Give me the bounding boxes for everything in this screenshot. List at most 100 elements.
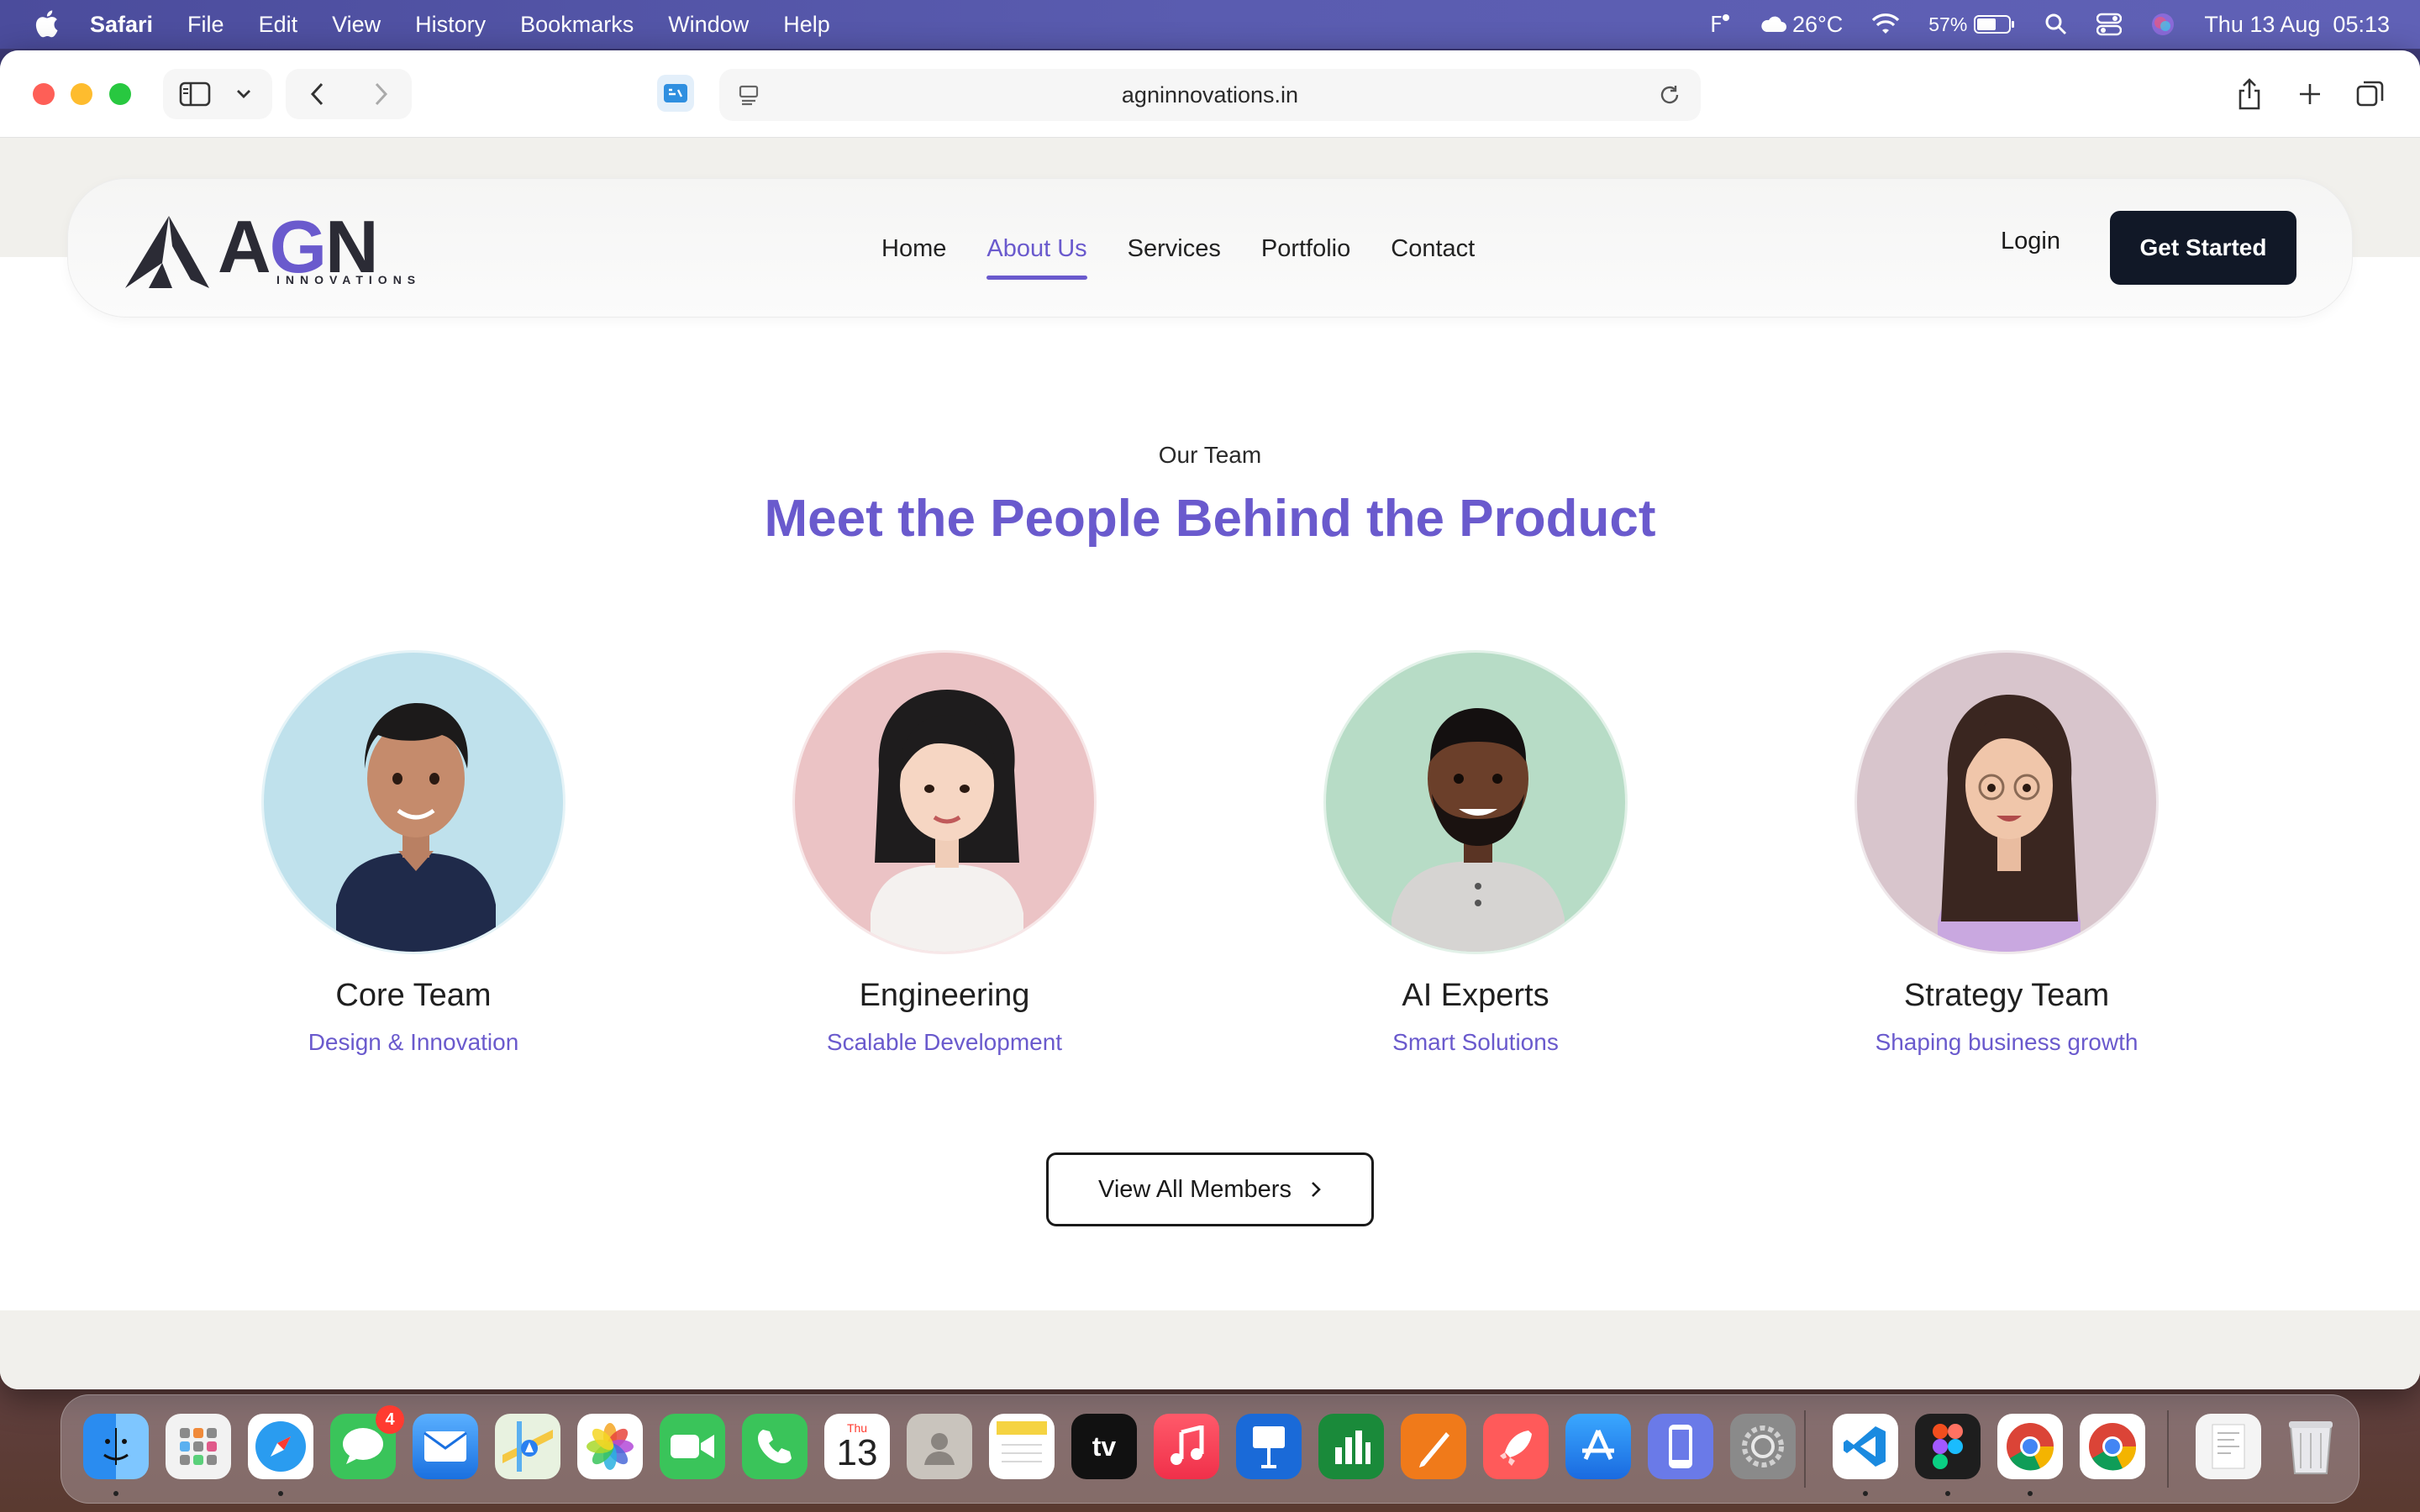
team-card-engineering[interactable]: Engineering Scalable Development <box>692 650 1197 1056</box>
app-store-icon[interactable] <box>1565 1414 1631 1479</box>
new-tab-button[interactable] <box>2289 69 2331 119</box>
finder-icon[interactable] <box>83 1414 149 1479</box>
web-page: AGN INNOVATIONS Home About Us Services P… <box>0 138 2420 1389</box>
apple-icon[interactable] <box>34 8 59 39</box>
datetime-text[interactable]: Thu 13 Aug 05:13 <box>2204 12 2390 38</box>
figma-icon[interactable] <box>1915 1414 1981 1479</box>
messages-icon[interactable]: 4 <box>330 1405 404 1479</box>
menu-file[interactable]: File <box>187 12 224 38</box>
team-card-ai-experts[interactable]: AI Experts Smart Solutions <box>1223 650 1728 1056</box>
menu-bookmarks[interactable]: Bookmarks <box>520 12 634 38</box>
contacts-icon[interactable] <box>907 1414 972 1479</box>
section-eyebrow: Our Team <box>1158 442 1262 468</box>
siri-icon[interactable] <box>2150 12 2175 37</box>
facetime-icon[interactable] <box>660 1414 725 1479</box>
login-link[interactable]: Login <box>2001 228 2060 255</box>
logo-letter-a: A <box>218 205 271 288</box>
pages-icon[interactable] <box>1401 1414 1466 1479</box>
maps-icon[interactable] <box>495 1414 560 1479</box>
address-bar[interactable]: agninnovations.in <box>719 69 1701 121</box>
vscode-icon[interactable] <box>1833 1414 1898 1479</box>
rocket-app-icon[interactable] <box>1483 1414 1549 1479</box>
control-center-icon[interactable] <box>2096 13 2123 36</box>
figma-status-icon[interactable]: F <box>1708 12 1730 37</box>
reader-extension-icon[interactable] <box>657 75 694 112</box>
view-all-members-button[interactable]: View All Members <box>1046 1152 1374 1226</box>
minimize-window-button[interactable] <box>71 83 92 105</box>
document-stack-icon[interactable] <box>2196 1414 2261 1479</box>
calendar-date: 13 <box>836 1432 878 1473</box>
nav-home[interactable]: Home <box>881 227 946 271</box>
apple-tv-icon[interactable]: tv <box>1071 1414 1137 1479</box>
battery-icon <box>1974 15 2015 34</box>
messages-badge: 4 <box>376 1405 404 1434</box>
battery-percent: 57% <box>1928 13 1968 35</box>
fullscreen-window-button[interactable] <box>109 83 131 105</box>
forward-button[interactable] <box>349 69 412 119</box>
wifi-icon[interactable] <box>1871 13 1900 35</box>
mail-icon[interactable] <box>413 1414 478 1479</box>
simulator-icon[interactable] <box>1648 1414 1713 1479</box>
launchpad-icon[interactable] <box>166 1414 231 1479</box>
spotlight-search-icon[interactable] <box>2044 13 2068 36</box>
member-name: Strategy Team <box>1903 978 2110 1013</box>
tab-overview-button[interactable] <box>2349 69 2391 119</box>
notes-icon[interactable] <box>989 1414 1055 1479</box>
share-button[interactable] <box>2228 69 2270 119</box>
member-role: Smart Solutions <box>1392 1029 1559 1055</box>
nav-contact[interactable]: Contact <box>1391 227 1475 271</box>
weather-widget[interactable]: 26°C <box>1759 12 1843 38</box>
menu-help[interactable]: Help <box>783 12 830 38</box>
tab-group-dropdown[interactable] <box>227 69 260 119</box>
close-window-button[interactable] <box>33 83 55 105</box>
member-name: Core Team <box>335 978 492 1013</box>
photos-icon[interactable] <box>577 1414 643 1479</box>
sidebar-toggle-button[interactable] <box>163 69 227 119</box>
sidebar-icon <box>179 81 211 107</box>
team-card-strategy[interactable]: Strategy Team Shaping business growth <box>1754 650 2259 1056</box>
nav-about-us[interactable]: About Us <box>986 227 1087 280</box>
keynote-icon[interactable] <box>1236 1414 1302 1479</box>
site-logo[interactable]: AGN INNOVATIONS <box>124 204 415 288</box>
nav-services[interactable]: Services <box>1128 227 1221 271</box>
macos-menu-bar: Safari File Edit View History Bookmarks … <box>0 0 2420 49</box>
get-started-button[interactable]: Get Started <box>2110 211 2296 285</box>
numbers-icon[interactable] <box>1318 1414 1384 1479</box>
battery-widget[interactable]: 57% <box>1928 13 2016 36</box>
menu-window[interactable]: Window <box>668 12 749 38</box>
chrome-secondary-icon[interactable] <box>2080 1414 2145 1479</box>
temperature-text: 26°C <box>1791 11 1844 37</box>
nav-portfolio[interactable]: Portfolio <box>1261 227 1350 271</box>
page-footer-background <box>0 1310 2420 1389</box>
url-text[interactable]: agninnovations.in <box>1122 82 1298 108</box>
team-card-core[interactable]: Core Team Design & Innovation <box>161 650 666 1056</box>
menu-app-name[interactable]: Safari <box>90 12 153 38</box>
chevron-right-icon <box>1310 1180 1322 1199</box>
share-icon <box>2238 78 2260 110</box>
menu-view[interactable]: View <box>332 12 381 38</box>
system-settings-icon[interactable] <box>1730 1414 1796 1479</box>
chevron-down-icon <box>237 90 250 98</box>
chrome-icon[interactable] <box>1997 1414 2063 1479</box>
view-all-label: View All Members <box>1098 1175 1292 1203</box>
avatar-core-team[interactable] <box>261 650 566 954</box>
trash-icon[interactable] <box>2278 1414 2344 1479</box>
sidebar-toggle-group <box>163 69 272 119</box>
plus-icon <box>2300 84 2320 104</box>
avatar-engineering[interactable] <box>792 650 1097 954</box>
music-icon[interactable] <box>1154 1414 1219 1479</box>
svg-text:F: F <box>1710 13 1723 37</box>
avatar-strategy-team[interactable] <box>1854 650 2159 954</box>
menu-history[interactable]: History <box>415 12 486 38</box>
back-button[interactable] <box>286 69 349 119</box>
phone-icon[interactable] <box>742 1414 808 1479</box>
cloud-icon <box>1761 16 1786 32</box>
reload-button[interactable] <box>1657 82 1682 113</box>
logo-mark-icon <box>125 216 209 288</box>
menu-edit[interactable]: Edit <box>259 12 298 38</box>
safari-window: agninnovations.in AGN INNOVATIONS Home A… <box>0 50 2420 1389</box>
safari-app-icon[interactable] <box>248 1414 313 1479</box>
page-menu-icon[interactable] <box>736 82 761 113</box>
calendar-icon[interactable]: Thu 13 <box>824 1414 890 1479</box>
avatar-ai-experts[interactable] <box>1323 650 1628 954</box>
